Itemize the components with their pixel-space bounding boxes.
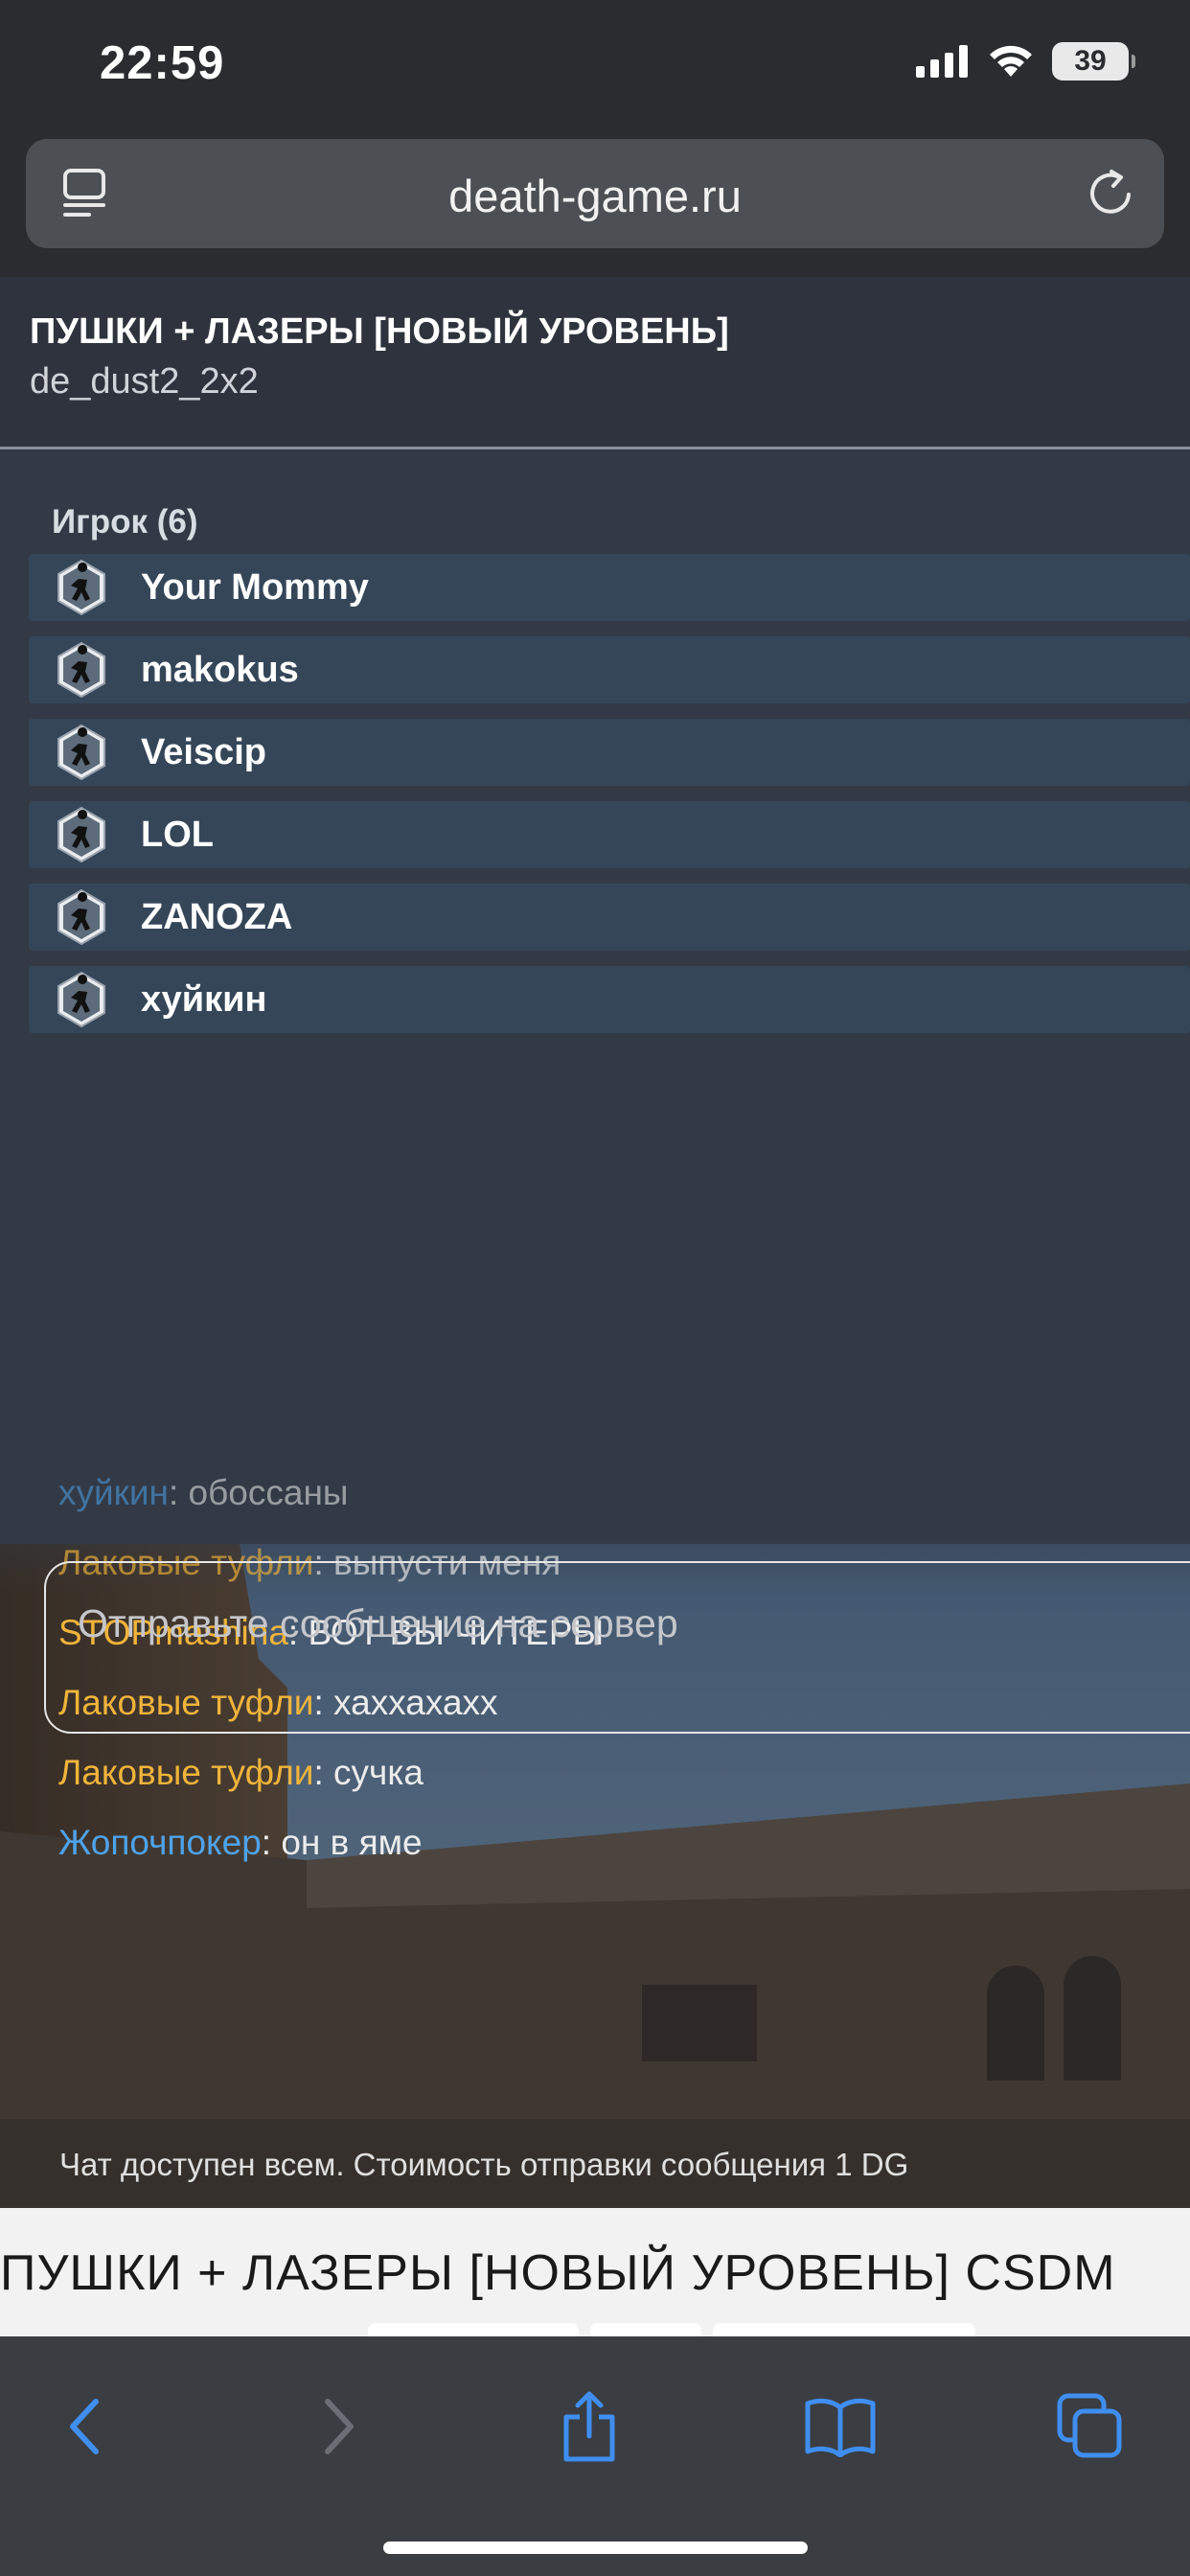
players-header: Игрок (6): [52, 503, 198, 540]
server-header: ПУШКИ + ЛАЗЕРЫ [НОВЫЙ УРОВЕНЬ] de_dust2_…: [0, 277, 1190, 448]
chat-input-placeholder: Отправьте сообщение на сервер: [78, 1601, 678, 1645]
bookmarks-icon: [805, 2398, 876, 2457]
chat-separator: :: [261, 1823, 282, 1862]
status-time: 22:59: [100, 37, 225, 89]
player-name: Veiscip: [141, 732, 266, 772]
chat-separator: :: [313, 1753, 334, 1792]
player-avatar-icon: [57, 889, 105, 945]
back-button[interactable]: [36, 2379, 132, 2474]
player-row[interactable]: LOL: [29, 801, 1190, 868]
chat-note: Чат доступен всем. Стоимость отправки со…: [59, 2147, 909, 2182]
forward-icon: [325, 2399, 354, 2454]
player-avatar-icon: [57, 560, 105, 615]
tabs-icon: [1057, 2393, 1122, 2458]
address-bar[interactable]: death-game.ru: [26, 139, 1164, 248]
battery-level: 39: [1074, 45, 1107, 77]
player-name: LOL: [141, 815, 214, 855]
browser-address-area: death-game.ru: [0, 129, 1190, 277]
player-row[interactable]: Your Mommy: [29, 554, 1190, 621]
player-avatar-icon: [57, 724, 105, 780]
chat-nick[interactable]: Лаковые туфли: [58, 1753, 313, 1792]
home-indicator[interactable]: [383, 2542, 808, 2554]
player-row[interactable]: хуйкин: [29, 966, 1190, 1033]
url-text: death-game.ru: [448, 171, 742, 221]
tab-stub[interactable]: [713, 2323, 975, 2336]
share-icon: [563, 2391, 615, 2462]
browser-toolbar: [0, 2336, 1190, 2576]
chat-message: Лаковые туфли: сучка: [58, 1753, 423, 1793]
player-row[interactable]: makokus: [29, 636, 1190, 703]
chat-text: он в яме: [281, 1823, 423, 1862]
signal-icon: [916, 45, 968, 78]
players-panel: Игрок (6) Your Mommy makokus Veiscip LOL…: [0, 449, 1190, 1544]
chat-message: хуйкин: обоссаны: [58, 1473, 348, 1513]
player-avatar-icon: [57, 807, 105, 862]
player-name: хуйкин: [141, 979, 267, 1020]
player-name: makokus: [141, 650, 299, 690]
bookmarks-button[interactable]: [792, 2379, 888, 2474]
player-avatar-icon: [57, 642, 105, 698]
chat-text: сучка: [333, 1753, 423, 1792]
player-name: Your Mommy: [141, 567, 369, 608]
forward-button[interactable]: [291, 2379, 387, 2474]
server-name: ПУШКИ + ЛАЗЕРЫ [НОВЫЙ УРОВЕНЬ]: [30, 311, 729, 352]
reload-icon[interactable]: [1086, 168, 1137, 219]
server-map: de_dust2_2x2: [30, 361, 259, 402]
chat-message-input[interactable]: Отправьте сообщение на сервер: [44, 1561, 1190, 1734]
wifi-icon: [990, 45, 1032, 77]
share-button[interactable]: [541, 2379, 637, 2474]
status-bar: 22:59 39: [0, 0, 1190, 129]
tabs-button[interactable]: [1042, 2379, 1138, 2474]
page-title: ПУШКИ + ЛАЗЕРЫ [НОВЫЙ УРОВЕНЬ] CSDM: [0, 2245, 1116, 2301]
player-name: ZANOZA: [141, 897, 293, 937]
chat-message: Жопочпокер: он в яме: [58, 1823, 423, 1863]
tab-stub[interactable]: [590, 2323, 701, 2336]
status-icons: 39: [916, 42, 1135, 80]
player-row[interactable]: Veiscip: [29, 719, 1190, 786]
battery-indicator: 39: [1052, 42, 1135, 80]
page-content: ПУШКИ + ЛАЗЕРЫ [НОВЫЙ УРОВЕНЬ] CSDM: [0, 2208, 1190, 2336]
chat-separator: :: [168, 1473, 189, 1512]
back-icon: [70, 2399, 99, 2454]
chat-nick[interactable]: хуйкин: [58, 1473, 169, 1512]
chat-nick[interactable]: Жопочпокер: [58, 1823, 262, 1862]
player-row[interactable]: ZANOZA: [29, 884, 1190, 951]
tab-stub[interactable]: [368, 2323, 579, 2336]
player-avatar-icon: [57, 972, 105, 1027]
chat-text: обоссаны: [188, 1473, 349, 1512]
